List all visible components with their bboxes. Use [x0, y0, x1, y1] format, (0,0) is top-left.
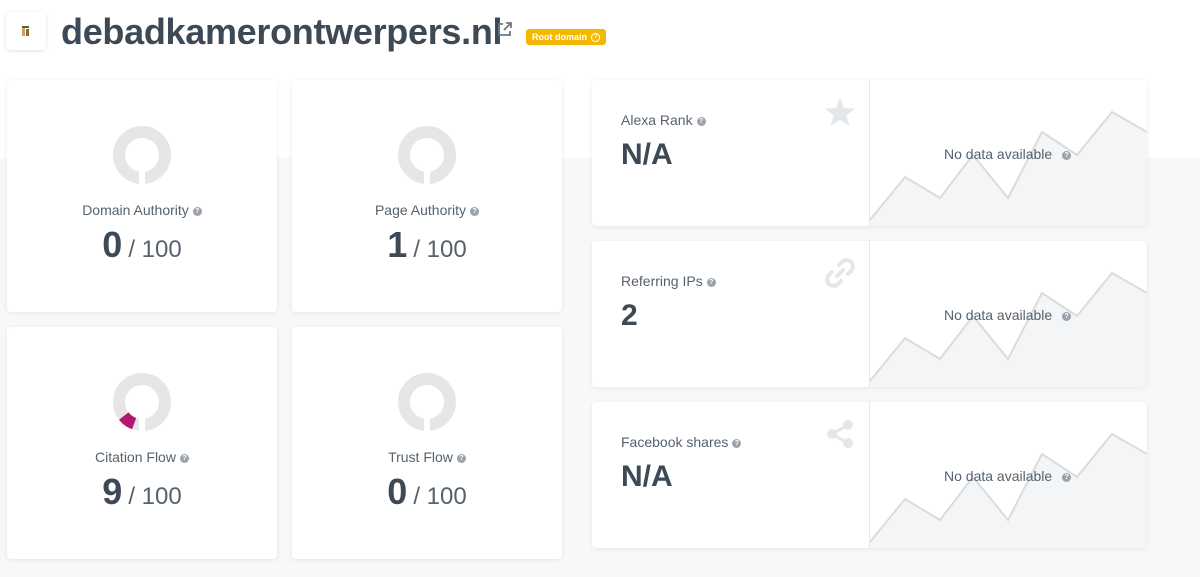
metric-suffix: / 100 [128, 236, 182, 263]
stat-value: N/A [621, 138, 673, 171]
trust-flow-card: Trust Flow? 0/ 100 [292, 327, 562, 559]
stat-title: Referring IPs? [621, 273, 716, 289]
page-title: debadkamerontwerpers.nl [61, 11, 503, 52]
gauge-gap [139, 171, 145, 185]
stat-title: Facebook shares? [621, 434, 742, 450]
metric-value: 1 [387, 224, 408, 265]
metric-label: Citation Flow? [7, 449, 277, 465]
help-icon[interactable]: ? [591, 32, 600, 42]
metric-score: 9/ 100 [7, 471, 277, 513]
help-icon[interactable]: ? [1062, 151, 1072, 160]
stat-value: 2 [621, 299, 638, 332]
link-icon [825, 258, 855, 288]
domain-authority-donut [113, 126, 171, 185]
help-icon[interactable]: ? [192, 207, 202, 216]
metric-score: 1/ 100 [292, 224, 562, 266]
metric-value: 0 [387, 471, 408, 512]
help-icon[interactable]: ? [696, 117, 706, 126]
help-icon[interactable]: ? [470, 207, 480, 216]
metric-label: Domain Authority? [7, 202, 277, 218]
metric-suffix: / 100 [413, 236, 467, 263]
help-icon[interactable]: ? [456, 454, 466, 463]
metric-label: Page Authority? [292, 202, 562, 218]
gauge-gap [139, 418, 145, 432]
root-domain-badge-label: Root domain [532, 32, 587, 42]
help-icon[interactable]: ? [1062, 312, 1072, 321]
metric-suffix: / 100 [128, 483, 182, 510]
page-authority-card: Page Authority? 1/ 100 [292, 80, 562, 312]
root-domain-badge: Root domain ? [526, 29, 606, 45]
stat-summary: Alexa Rank? N/A [592, 80, 869, 226]
citation-flow-card: Citation Flow? 9/ 100 [7, 327, 277, 559]
stat-summary: Facebook shares? N/A [592, 402, 869, 548]
star-icon [825, 98, 855, 126]
gauge-gap [424, 418, 430, 432]
share-icon [827, 420, 853, 448]
metric-score: 0/ 100 [7, 224, 277, 266]
domain-header: debadkamerontwerpers.nl Root domain ? [0, 0, 1200, 70]
stat-value: N/A [621, 460, 673, 493]
external-link-icon[interactable] [496, 20, 514, 38]
favicon-icon [22, 26, 29, 36]
help-icon[interactable]: ? [179, 454, 189, 463]
referring-ips-card: Referring IPs? 2 No data available? [592, 241, 1147, 387]
help-icon[interactable]: ? [1062, 473, 1072, 482]
help-icon[interactable]: ? [732, 439, 742, 448]
site-favicon [6, 12, 46, 50]
gauge-gap [424, 171, 430, 185]
facebook-shares-card: Facebook shares? N/A No data available? [592, 402, 1147, 548]
trust-flow-donut [398, 373, 456, 432]
metric-label: Trust Flow? [292, 449, 562, 465]
stat-summary: Referring IPs? 2 [592, 241, 869, 387]
metric-score: 0/ 100 [292, 471, 562, 513]
help-icon[interactable]: ? [706, 278, 716, 287]
alexa-rank-card: Alexa Rank? N/A No data available? [592, 80, 1147, 226]
metric-value: 9 [102, 471, 123, 512]
citation-flow-donut [113, 373, 171, 432]
no-data-message: No data available? [944, 468, 1072, 484]
page-authority-donut [398, 126, 456, 185]
no-data-message: No data available? [944, 307, 1072, 323]
metric-value: 0 [102, 224, 123, 265]
no-data-message: No data available? [944, 146, 1072, 162]
metric-suffix: / 100 [413, 483, 467, 510]
domain-authority-card: Domain Authority? 0/ 100 [7, 80, 277, 312]
stat-title: Alexa Rank? [621, 112, 706, 128]
